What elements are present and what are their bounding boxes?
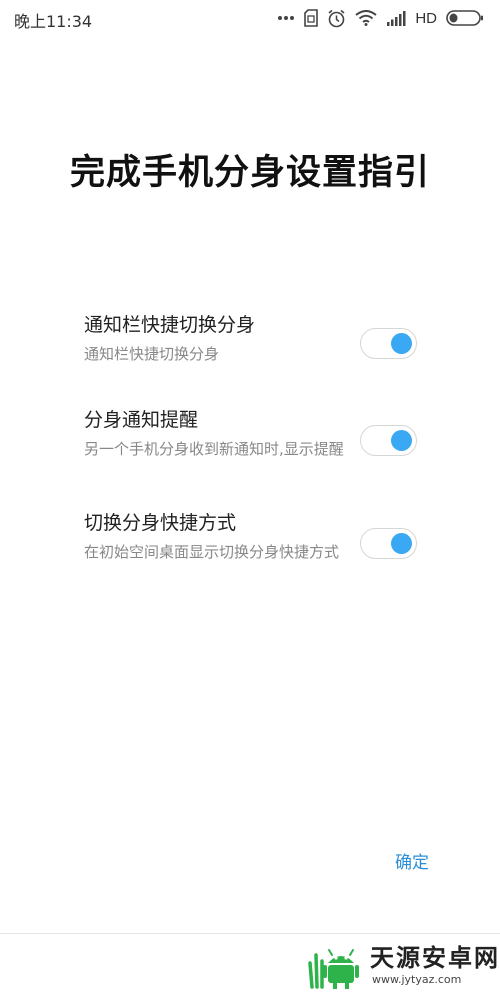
setting-description: 另一个手机分身收到新通知时,显示提醒 [84, 440, 344, 458]
signal-icon [386, 10, 406, 26]
watermark-name: 天源安卓网 [370, 944, 500, 972]
toggle-knob [391, 333, 412, 354]
toggle-knob [391, 533, 412, 554]
battery-icon [446, 10, 484, 26]
more-dots-icon [277, 15, 295, 21]
network-type-label: HD [415, 9, 437, 27]
status-icons: HD [277, 7, 484, 29]
toggle-knob [391, 430, 412, 451]
setting-switch-shortcut: 切换分身快捷方式 在初始空间桌面显示切换分身快捷方式 [84, 511, 424, 563]
watermark: 天源安卓网 www.jytyaz.com [308, 943, 500, 993]
wifi-icon [355, 10, 377, 26]
confirm-button[interactable]: 确定 [395, 848, 429, 873]
watermark-url: www.jytyaz.com [372, 973, 462, 986]
notification-shortcut-toggle[interactable] [360, 328, 417, 359]
setting-description: 通知栏快捷切换分身 [84, 345, 220, 363]
alarm-icon [327, 9, 346, 28]
status-time: 晚上11:34 [14, 12, 93, 31]
setting-description: 在初始空间桌面显示切换分身快捷方式 [84, 543, 340, 561]
setting-notification-reminder: 分身通知提醒 另一个手机分身收到新通知时,显示提醒 [84, 408, 424, 460]
setting-notification-shortcut: 通知栏快捷切换分身 通知栏快捷切换分身 [84, 313, 424, 365]
notification-reminder-toggle[interactable] [360, 425, 417, 456]
bottom-divider [0, 933, 500, 934]
page-title: 完成手机分身设置指引 [69, 153, 430, 193]
status-bar: 晚上11:34 HD [0, 0, 500, 36]
watermark-text: 天源安卓网 www.jytyaz.com [370, 943, 500, 986]
switch-shortcut-toggle[interactable] [360, 528, 417, 559]
sim-card-icon [304, 9, 319, 27]
android-logo-icon [308, 943, 364, 993]
